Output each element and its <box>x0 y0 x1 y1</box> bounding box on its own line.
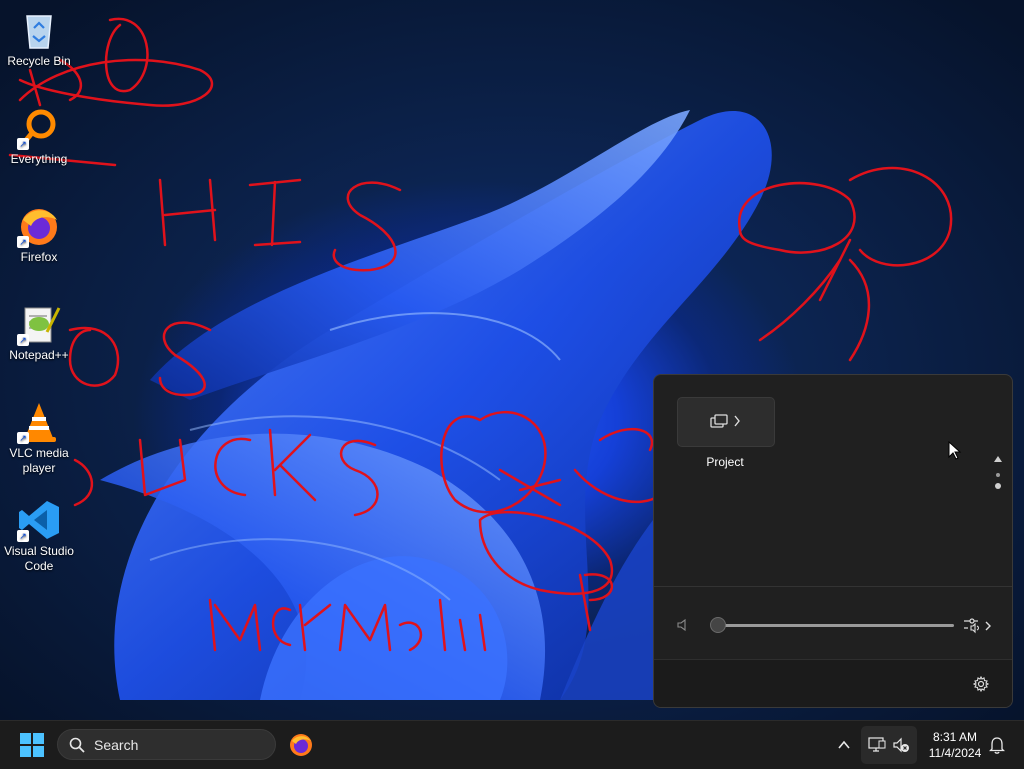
desktop-icon-label: Recycle Bin <box>7 54 71 68</box>
shortcut-arrow-icon: ↗ <box>17 138 29 150</box>
vlc-icon: ↗ <box>17 400 61 444</box>
show-hidden-icons-chevron-up-icon[interactable] <box>836 737 852 753</box>
notification-bell-icon[interactable] <box>989 736 1005 754</box>
taskbar-search-box[interactable]: Search <box>57 729 276 760</box>
search-placeholder: Search <box>94 737 139 753</box>
desktop-icon[interactable]: ↗ Visual Studio Code <box>1 498 77 574</box>
audio-output-select-icon[interactable] <box>962 616 994 634</box>
shortcut-arrow-icon: ↗ <box>17 236 29 248</box>
search-icon <box>69 737 85 753</box>
speaker-muted-icon[interactable] <box>676 618 690 632</box>
page-indicator[interactable] <box>993 453 1003 493</box>
everything-search-icon: ↗ <box>17 106 61 150</box>
desktop-icon[interactable]: ↗ VLC media player <box>1 400 77 476</box>
shortcut-arrow-icon: ↗ <box>17 334 29 346</box>
recycle-bin-icon <box>17 8 61 52</box>
project-tile-label: Project <box>706 455 744 469</box>
firefox-taskbar-icon[interactable] <box>288 732 314 758</box>
network-ethernet-icon <box>868 737 886 752</box>
clock-time: 8:31 AM <box>932 730 978 744</box>
project-tile[interactable] <box>677 397 775 447</box>
shortcut-arrow-icon: ↗ <box>17 530 29 542</box>
quick-settings-panel: Project <box>653 374 1013 708</box>
firefox-icon: ↗ <box>17 204 61 248</box>
notepad-plus-plus-icon: ↗ <box>17 302 61 346</box>
project-icon <box>710 414 740 428</box>
desktop-icon-label: Everything <box>10 152 68 166</box>
desktop-icon[interactable]: Recycle Bin <box>1 8 77 69</box>
page-up-arrow-icon[interactable] <box>994 456 1002 462</box>
desktop-icon-label: VLC media player <box>9 446 69 475</box>
desktop-icon-label: Firefox <box>20 250 58 264</box>
mouse-cursor-icon <box>948 441 962 460</box>
quick-settings-footer <box>654 659 1012 707</box>
desktop-icon[interactable]: ↗ Everything <box>1 106 77 167</box>
shortcut-arrow-icon: ↗ <box>17 432 29 444</box>
desktop-icon[interactable]: ↗ Notepad++ <box>1 302 77 363</box>
settings-gear-icon[interactable] <box>973 676 989 692</box>
page-dot-active[interactable] <box>995 483 1001 489</box>
start-button-windows-icon[interactable] <box>20 733 44 757</box>
clock-date: 11/4/2024 <box>928 746 982 760</box>
vscode-icon: ↗ <box>17 498 61 542</box>
desktop-icon-label: Notepad++ <box>9 348 69 362</box>
tray-network-volume-group[interactable] <box>861 726 917 764</box>
taskbar-clock[interactable]: 8:31 AM 11/4/2024 <box>922 729 988 761</box>
desktop-icon-label: Visual Studio Code <box>4 544 74 573</box>
volume-slider-thumb[interactable] <box>710 617 726 633</box>
panel-divider <box>654 586 1012 587</box>
page-dot[interactable] <box>996 473 1000 477</box>
volume-slider-track[interactable] <box>718 624 954 627</box>
desktop-icon[interactable]: ↗ Firefox <box>1 204 77 265</box>
volume-muted-icon <box>893 737 909 753</box>
taskbar: Search 8:31 AM 11/4/2024 <box>0 720 1024 769</box>
